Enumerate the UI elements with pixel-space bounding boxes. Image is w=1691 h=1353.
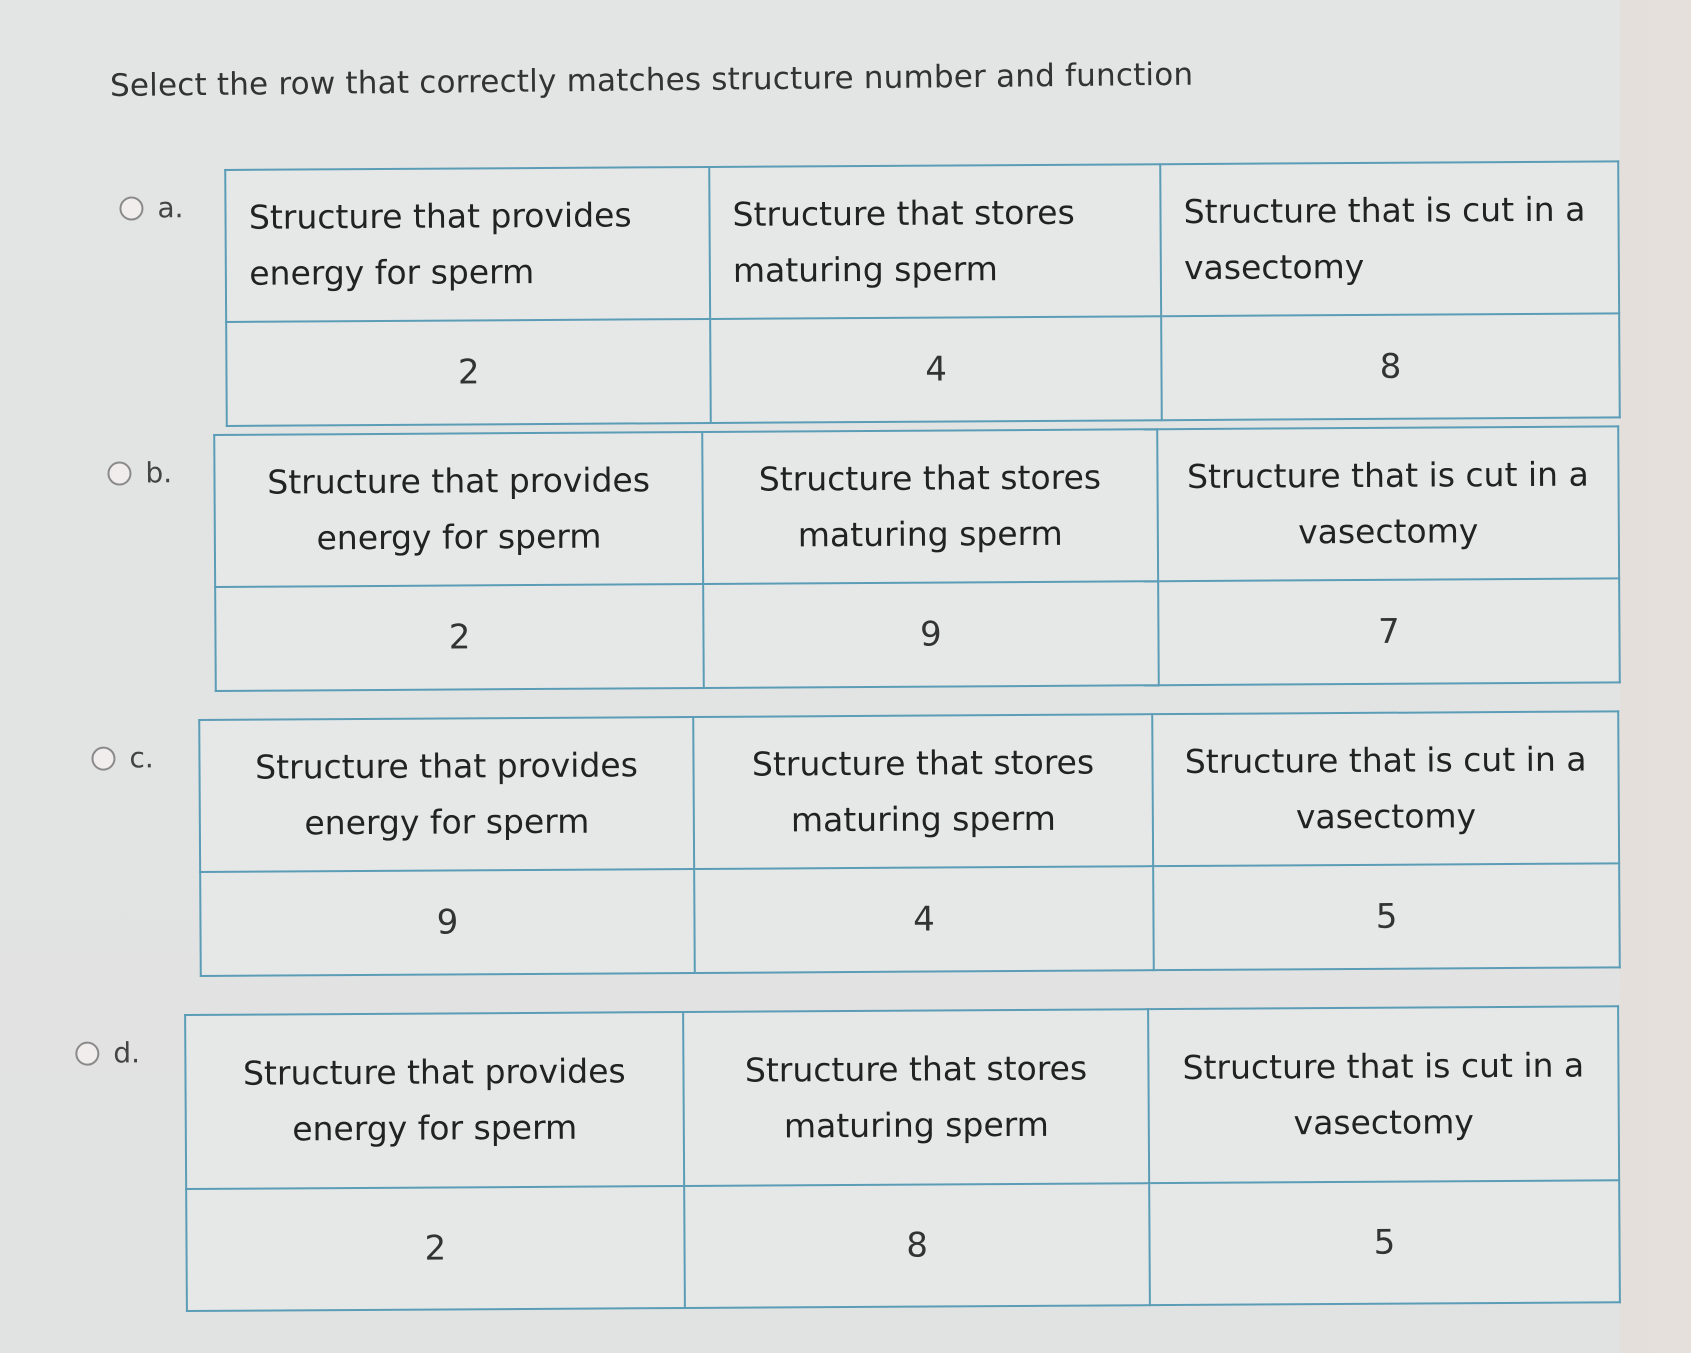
value-vasectomy: 5 (1153, 863, 1620, 971)
answer-option-b[interactable]: b. Structure that provides energy for sp… (107, 425, 1621, 692)
option-table-c: Structure that provides energy for sperm… (198, 710, 1621, 978)
radio-group-a[interactable]: a. (119, 191, 225, 225)
table-row: 2 8 5 (185, 1180, 1620, 1312)
header-stores: Structure that stores maturing sperm (709, 164, 1162, 319)
table-row: 2 4 8 (226, 313, 1620, 426)
value-stores: 4 (693, 866, 1155, 973)
value-energy: 2 (215, 583, 704, 691)
header-stores: Structure that stores maturing sperm (692, 714, 1154, 869)
header-stores: Structure that stores maturing sperm (683, 1009, 1150, 1186)
radio-group-c[interactable]: c. (91, 741, 199, 775)
header-vasectomy: Structure that is cut in a vasectomy (1160, 161, 1620, 317)
value-vasectomy: 8 (1161, 313, 1620, 421)
header-energy: Structure that provides energy for sperm (225, 166, 711, 322)
table-row: 2 9 7 (215, 578, 1620, 691)
radio-group-b[interactable]: b. (107, 456, 213, 490)
option-letter: b. (145, 456, 173, 490)
value-energy: 9 (200, 868, 695, 977)
answer-option-a[interactable]: a. Structure that provides energy for sp… (119, 160, 1621, 427)
value-vasectomy: 7 (1157, 578, 1620, 686)
option-letter: c. (129, 741, 154, 775)
header-energy: Structure that provides energy for sperm (214, 431, 704, 587)
value-vasectomy: 5 (1149, 1180, 1620, 1306)
table-header-row: Structure that provides energy for sperm… (184, 1006, 1620, 1190)
header-energy: Structure that provides energy for sperm (199, 716, 694, 873)
radio-button-c[interactable] (91, 746, 116, 771)
header-vasectomy: Structure that is cut in a vasectomy (1152, 711, 1620, 867)
header-energy: Structure that provides energy for sperm (184, 1012, 685, 1190)
quiz-page: Select the row that correctly matches st… (0, 0, 1621, 1353)
question-text: Select the row that correctly matches st… (109, 56, 1194, 104)
radio-group-d[interactable]: d. (75, 1036, 184, 1070)
table-header-row: Structure that provides energy for sperm… (225, 161, 1620, 322)
table-row: 9 4 5 (200, 863, 1620, 977)
option-table-a: Structure that provides energy for sperm… (224, 160, 1621, 427)
radio-button-b[interactable] (107, 460, 132, 486)
option-table-b: Structure that provides energy for sperm… (213, 425, 1621, 692)
value-stores: 8 (684, 1183, 1150, 1308)
header-vasectomy: Structure that is cut in a vasectomy (1147, 1006, 1620, 1184)
value-stores: 4 (710, 316, 1162, 423)
option-table-d: Structure that provides energy for sperm… (183, 1005, 1621, 1313)
value-energy: 2 (226, 318, 711, 426)
answer-option-c[interactable]: c. Structure that provides energy for sp… (91, 710, 1621, 978)
table-header-row: Structure that provides energy for sperm… (214, 426, 1620, 587)
header-stores: Structure that stores maturing sperm (702, 429, 1158, 584)
answer-option-d[interactable]: d. Structure that provides energy for sp… (75, 1005, 1621, 1313)
table-header-row: Structure that provides energy for sperm… (199, 711, 1620, 873)
option-letter: d. (113, 1036, 141, 1070)
value-stores: 9 (703, 581, 1159, 688)
option-letter: a. (157, 191, 184, 225)
radio-button-d[interactable] (75, 1041, 100, 1066)
radio-button-a[interactable] (119, 195, 144, 221)
header-vasectomy: Structure that is cut in a vasectomy (1157, 426, 1620, 582)
value-energy: 2 (185, 1185, 686, 1312)
